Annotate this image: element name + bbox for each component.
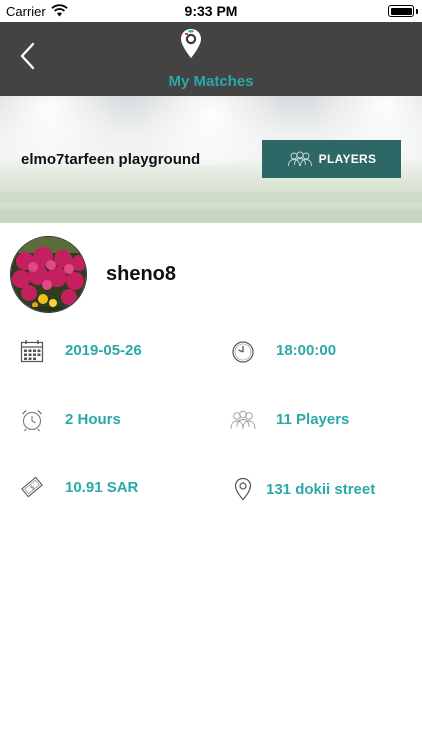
battery-tip [416,9,418,14]
navigation-bar: My Matches [0,22,422,96]
avatar [10,236,87,313]
field-stripe [0,192,422,202]
match-address: 131 dokii street [266,481,376,498]
venue-name: elmo7tarfeen playground [21,151,201,168]
match-duration: 2 Hours [65,411,121,428]
players-icon [287,151,312,167]
alarm-clock-icon [22,410,42,432]
venue-banner: elmo7tarfeen playground PLAYERS [0,96,422,223]
status-bar: Carrier 9:33 PM [0,0,422,22]
status-time: 9:33 PM [184,3,238,19]
calendar-icon [20,340,44,363]
location-pin-icon [234,477,252,501]
battery-icon [388,5,414,17]
avatar-image [11,237,86,312]
players-button[interactable]: PLAYERS [262,140,401,178]
field-stripe [0,210,422,220]
match-time: 18:00:00 [276,342,337,359]
back-button[interactable] [14,40,42,72]
username: sheno8 [106,263,177,285]
match-price: 10.91 SAR [65,479,139,496]
map-pin-logo-icon [181,29,201,58]
match-date: 2019-05-26 [65,342,142,359]
page-title: My Matches [168,73,254,90]
players-count: 11 Players [276,411,350,428]
money-icon: $ [21,476,43,498]
group-icon [230,410,256,430]
players-button-label: PLAYERS [318,152,377,166]
clock-icon [232,341,254,363]
